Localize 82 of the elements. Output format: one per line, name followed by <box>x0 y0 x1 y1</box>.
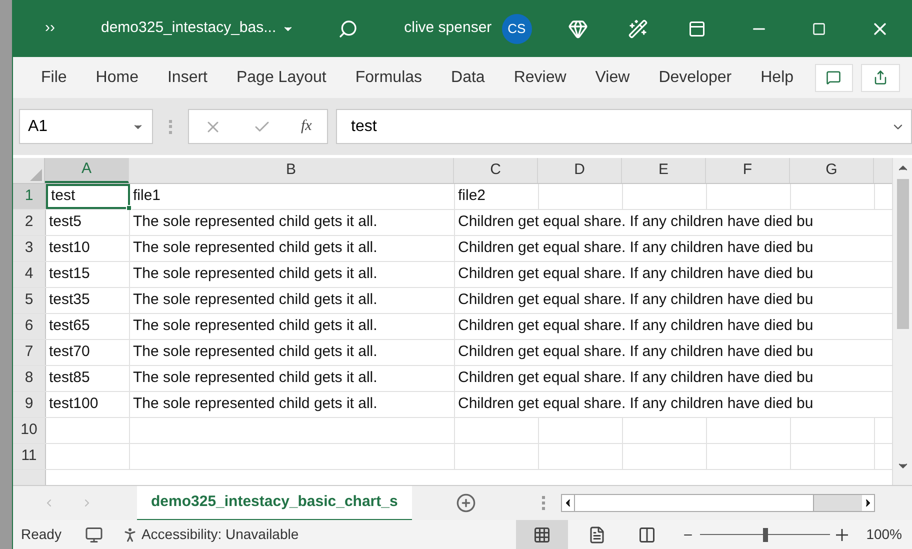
search-icon[interactable] <box>338 18 358 38</box>
row-header[interactable]: 2 <box>13 210 46 235</box>
table-cell[interactable]: The sole represented child gets it all. <box>130 236 455 261</box>
row-header[interactable]: 8 <box>13 366 46 391</box>
table-cell[interactable]: test35 <box>46 288 130 313</box>
column-header[interactable]: E <box>622 158 706 183</box>
ribbon-tab[interactable]: Developer <box>650 66 740 90</box>
wand-icon[interactable] <box>628 18 648 38</box>
ribbon-tab[interactable]: Help <box>752 66 802 90</box>
ribbon-display-icon[interactable] <box>688 20 706 38</box>
insert-function-button[interactable]: fx <box>300 115 312 138</box>
zoom-slider-thumb[interactable] <box>763 528 768 542</box>
row-header[interactable]: 9 <box>13 392 46 417</box>
table-cell[interactable]: test70 <box>46 340 130 365</box>
ribbon-tab[interactable]: File <box>33 66 75 90</box>
ribbon-tab[interactable]: Home <box>88 66 146 90</box>
column-header[interactable]: G <box>790 158 874 183</box>
fill-handle[interactable] <box>126 205 132 211</box>
grid-icon <box>533 526 552 544</box>
column-header[interactable]: C <box>454 158 538 183</box>
status-text: Ready <box>21 525 62 544</box>
diamond-icon[interactable] <box>568 18 588 38</box>
column-header[interactable]: F <box>706 158 790 183</box>
ribbon-tab[interactable]: Data <box>443 66 493 90</box>
ribbon-tab[interactable]: Formulas <box>347 66 430 90</box>
zoom-slider[interactable] <box>700 528 830 542</box>
normal-view-button[interactable] <box>516 520 568 549</box>
row-header[interactable]: 5 <box>13 288 46 313</box>
name-box[interactable]: A1 <box>19 109 153 144</box>
zoom-level[interactable]: 100% <box>866 524 902 545</box>
table-cell[interactable]: test65 <box>46 314 130 339</box>
row-header[interactable]: 3 <box>13 236 46 261</box>
row-header[interactable]: 6 <box>13 314 46 339</box>
table-cell[interactable]: The sole represented child gets it all. <box>130 314 455 339</box>
formula-field[interactable]: test <box>336 109 912 144</box>
scrollbar-thumb[interactable] <box>896 179 908 329</box>
window-title[interactable]: demo325_intestacy_bas... <box>101 17 276 40</box>
table-cell[interactable]: The sole represented child gets it all. <box>130 210 455 235</box>
table-cell[interactable]: test10 <box>46 236 130 261</box>
column-header[interactable]: B <box>129 158 454 183</box>
triangle-icon <box>30 169 42 181</box>
ribbon-tab[interactable]: View <box>587 66 638 90</box>
page-layout-view-icon[interactable] <box>588 526 606 544</box>
share-button[interactable] <box>861 64 900 92</box>
sheet-tab[interactable]: demo325_intestacy_basic_chart_s <box>137 486 412 520</box>
row-header[interactable]: 1 <box>13 184 46 209</box>
table-cell[interactable]: test85 <box>46 366 130 391</box>
divider-handle-icon[interactable] <box>169 120 172 134</box>
user-avatar[interactable]: CS <box>502 14 532 44</box>
row-header[interactable]: 10 <box>13 418 46 443</box>
column-header[interactable]: A <box>45 158 129 183</box>
comment-icon <box>826 70 842 85</box>
table-cell[interactable]: The sole represented child gets it all. <box>130 340 455 365</box>
row-header[interactable]: 4 <box>13 262 46 287</box>
user-name: clive spenser <box>404 18 492 38</box>
column-header[interactable]: D <box>538 158 622 183</box>
table-cell[interactable]: file1 <box>130 184 455 209</box>
row-header[interactable]: 7 <box>13 340 46 365</box>
horizontal-scrollbar[interactable] <box>560 494 875 512</box>
accessibility-status[interactable]: Accessibility: Unavailable <box>141 524 299 545</box>
row-header[interactable]: 11 <box>13 444 46 469</box>
maximize-icon[interactable] <box>812 22 826 36</box>
table-cell[interactable]: test100 <box>46 392 130 417</box>
page-break-view-icon[interactable] <box>638 526 656 544</box>
table-cell[interactable]: The sole represented child gets it all. <box>130 262 455 287</box>
table-cell[interactable]: test5 <box>46 210 130 235</box>
table-cell[interactable]: test15 <box>46 262 130 287</box>
comments-button[interactable] <box>814 64 854 92</box>
table-cell[interactable]: file2 <box>455 184 539 209</box>
splitter-handle-icon[interactable] <box>542 496 545 510</box>
ribbon-tab[interactable]: Page Layout <box>228 66 334 90</box>
table-cell[interactable]: test <box>46 184 130 209</box>
table-cell[interactable]: The sole represented child gets it all. <box>130 288 455 313</box>
zoom-in-icon[interactable] <box>836 528 848 540</box>
table-cell[interactable]: The sole represented child gets it all. <box>130 392 455 417</box>
quick-access-toggle[interactable]: ›› <box>45 17 55 40</box>
ribbon-tab[interactable]: Insert <box>159 66 216 90</box>
vertical-scrollbar[interactable] <box>892 158 912 485</box>
table-cell[interactable]: The sole represented child gets it all. <box>130 366 455 391</box>
ribbon-tab[interactable]: Review <box>506 66 574 90</box>
add-sheet-icon[interactable] <box>456 493 476 513</box>
share-icon <box>873 70 888 85</box>
